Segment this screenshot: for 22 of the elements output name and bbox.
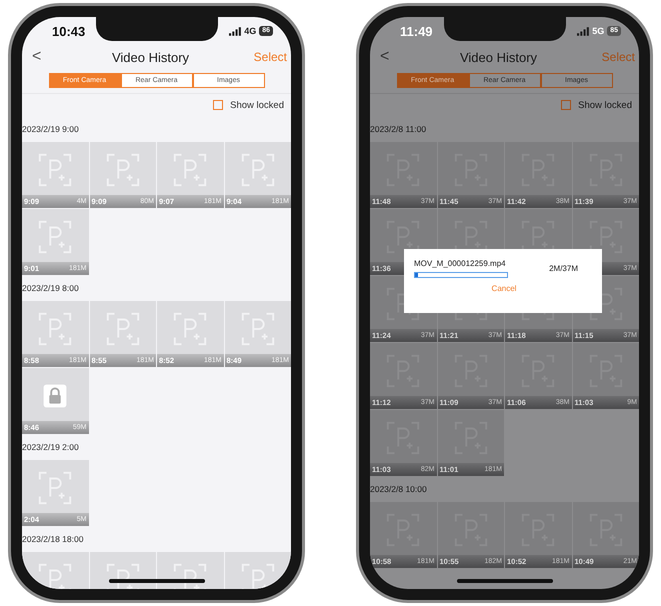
- select-button[interactable]: Select: [254, 50, 287, 64]
- cancel-button[interactable]: Cancel: [492, 284, 516, 293]
- group-date: 2023/2/8 11:00: [370, 123, 428, 136]
- show-locked-checkbox[interactable]: [213, 100, 224, 110]
- show-locked-label: Show locked: [230, 100, 284, 110]
- group-date: 2023/2/19 2:00: [22, 441, 80, 454]
- group-date: 2023/2/8 10:00: [370, 483, 428, 496]
- status-time: 10:43: [52, 24, 86, 38]
- show-locked-label: Show locked: [578, 100, 632, 110]
- network-label: 4G: [244, 26, 256, 36]
- group-date: 2023/2/19 8:00: [22, 282, 80, 295]
- back-button[interactable]: <: [374, 48, 396, 66]
- group-date: 2023/2/19 9:00: [22, 123, 80, 136]
- group-date: 2023/2/18 18:00: [22, 533, 84, 546]
- screen-title: Video History: [460, 50, 538, 64]
- show-locked-checkbox[interactable]: [561, 100, 572, 110]
- signal-icon: [229, 26, 242, 36]
- signal-icon: [577, 26, 590, 36]
- status-time: 11:49: [400, 24, 433, 38]
- screen-title: Video History: [112, 50, 190, 64]
- network-label: 5G: [592, 26, 604, 36]
- back-button[interactable]: <: [26, 48, 48, 66]
